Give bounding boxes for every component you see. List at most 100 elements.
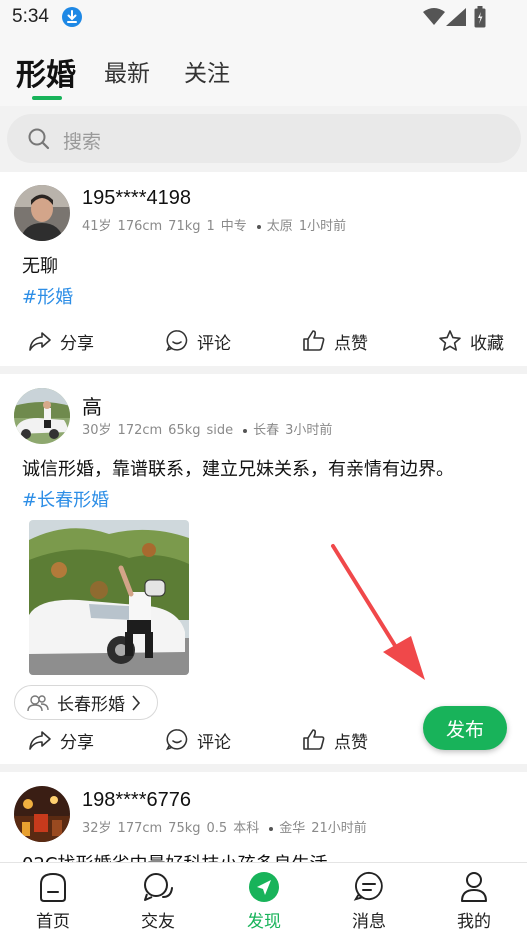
- nav-home[interactable]: 首页: [18, 869, 88, 932]
- star-icon: [439, 330, 461, 351]
- meta-time: 3小时前: [285, 423, 333, 438]
- user-meta: 41岁 176cm 71kg 1 中专 太原 1小时前: [82, 215, 352, 234]
- message-icon: [353, 871, 383, 901]
- avatar[interactable]: [14, 388, 70, 444]
- post-card[interactable]: 198****6776 32岁 177cm 75kg 0.5 本科 金华 21小时前 02C…: [0, 772, 527, 862]
- meta-role: 0.5: [206, 821, 228, 836]
- share-label: 分享: [60, 732, 94, 753]
- meta-height: 172cm: [117, 423, 163, 438]
- like-button[interactable]: 点赞: [302, 326, 368, 356]
- meta-location: 太原: [266, 219, 293, 234]
- post-tag[interactable]: #长春形婚: [22, 486, 109, 512]
- search-placeholder: 搜索: [63, 131, 102, 153]
- user-meta: 30岁 172cm 65kg side 长春 3小时前: [82, 419, 338, 438]
- compass-icon: [249, 872, 279, 902]
- thumbs-up-icon: [303, 729, 325, 750]
- person-icon: [461, 872, 487, 902]
- meta-weight: 75kg: [168, 821, 201, 836]
- status-bar: 5:34: [0, 0, 527, 36]
- bottom-nav: 首页 交友 发现 消息 我的: [0, 862, 527, 935]
- wifi-icon: [423, 8, 445, 25]
- like-label: 点赞: [334, 732, 368, 753]
- comment-icon: [165, 729, 188, 751]
- meta-height: 176cm: [117, 219, 163, 234]
- comment-label: 评论: [197, 333, 231, 354]
- battery-icon: [474, 6, 486, 28]
- nav-discover-label: 发现: [247, 912, 281, 932]
- meta-weight: 71kg: [168, 219, 201, 234]
- chevron-right-icon: [132, 694, 141, 711]
- nav-messages[interactable]: 消息: [334, 869, 404, 932]
- meta-role: 1: [206, 219, 215, 234]
- post-text: 诚信形婚，靠谱联系，建立兄妹关系，有亲情有边界。: [22, 459, 454, 480]
- share-icon: [29, 731, 51, 750]
- search-icon: [28, 128, 50, 150]
- post-tag[interactable]: #形婚: [22, 283, 73, 309]
- meta-time: 1小时前: [298, 219, 347, 234]
- nav-messages-label: 消息: [352, 912, 386, 932]
- comment-button[interactable]: 评论: [165, 725, 231, 755]
- avatar[interactable]: [14, 185, 70, 241]
- separator-dot: [256, 224, 261, 229]
- status-time: 5:34: [12, 6, 49, 27]
- chat-bubbles-icon: [144, 873, 173, 901]
- username[interactable]: 高: [82, 391, 102, 420]
- nav-me[interactable]: 我的: [439, 869, 509, 932]
- meta-time: 21小时前: [311, 821, 367, 836]
- meta-height: 177cm: [117, 821, 163, 836]
- tab-latest[interactable]: 最新: [104, 54, 150, 88]
- publish-button[interactable]: 发布: [423, 706, 507, 750]
- favorite-label: 收藏: [470, 333, 504, 354]
- user-meta: 32岁 177cm 75kg 0.5 本科 金华 21小时前: [82, 817, 373, 836]
- favorite-button[interactable]: 收藏: [438, 326, 504, 356]
- post-text: 无聊: [22, 256, 58, 277]
- nav-discover[interactable]: 发现: [229, 869, 299, 932]
- post-actions: 分享 评论 点赞 收藏: [0, 326, 527, 356]
- avatar[interactable]: [14, 786, 70, 842]
- meta-age: 32岁: [82, 821, 112, 836]
- comment-button[interactable]: 评论: [165, 326, 231, 356]
- group-icon: [27, 694, 49, 711]
- username[interactable]: 195****4198: [82, 187, 191, 210]
- screen: 5:34 形婚 最新 关注 搜索 195****4198 41岁 176cm 7…: [0, 0, 527, 935]
- username[interactable]: 198****6776: [82, 789, 191, 812]
- meta-weight: 65kg: [168, 423, 201, 438]
- arrow-annotation-icon: [331, 544, 425, 680]
- separator-dot: [269, 826, 274, 831]
- search-area: 搜索: [0, 106, 527, 172]
- meta-role: side: [206, 423, 234, 438]
- meta-education: 中专: [220, 219, 247, 234]
- post-text: 02C找形婚省中最好科技小孩多良生活: [22, 850, 327, 862]
- share-button[interactable]: 分享: [28, 725, 94, 755]
- meta-location: 长春: [253, 423, 280, 438]
- share-button[interactable]: 分享: [28, 326, 94, 356]
- comment-icon: [165, 330, 188, 352]
- topic-chip[interactable]: 长春形婚: [14, 685, 158, 720]
- post-image[interactable]: [29, 520, 189, 675]
- meta-age: 30岁: [82, 423, 112, 438]
- topic-label: 长春形婚: [57, 695, 125, 715]
- top-tabs: 形婚 最新 关注: [0, 36, 527, 106]
- share-icon: [29, 332, 51, 351]
- meta-age: 41岁: [82, 219, 112, 234]
- comment-label: 评论: [197, 732, 231, 753]
- nav-friends[interactable]: 交友: [123, 869, 193, 932]
- like-label: 点赞: [334, 333, 368, 354]
- nav-friends-label: 交友: [141, 912, 175, 932]
- thumbs-up-icon: [303, 330, 325, 351]
- nav-me-label: 我的: [457, 912, 491, 932]
- active-tab-indicator: [32, 96, 62, 100]
- search-input[interactable]: 搜索: [7, 114, 521, 163]
- nav-home-label: 首页: [36, 912, 70, 932]
- meta-location: 金华: [279, 821, 306, 836]
- meta-education: 本科: [233, 821, 260, 836]
- share-label: 分享: [60, 333, 94, 354]
- signal-icon: [446, 8, 466, 26]
- tab-xinghun[interactable]: 形婚: [16, 50, 76, 94]
- separator-dot: [243, 428, 248, 433]
- like-button[interactable]: 点赞: [302, 725, 368, 755]
- home-icon: [40, 872, 66, 902]
- post-card[interactable]: 195****4198 41岁 176cm 71kg 1 中专 太原 1小时前 无聊 #形婚…: [0, 172, 527, 366]
- download-icon: [62, 7, 82, 27]
- tab-follow[interactable]: 关注: [184, 54, 230, 88]
